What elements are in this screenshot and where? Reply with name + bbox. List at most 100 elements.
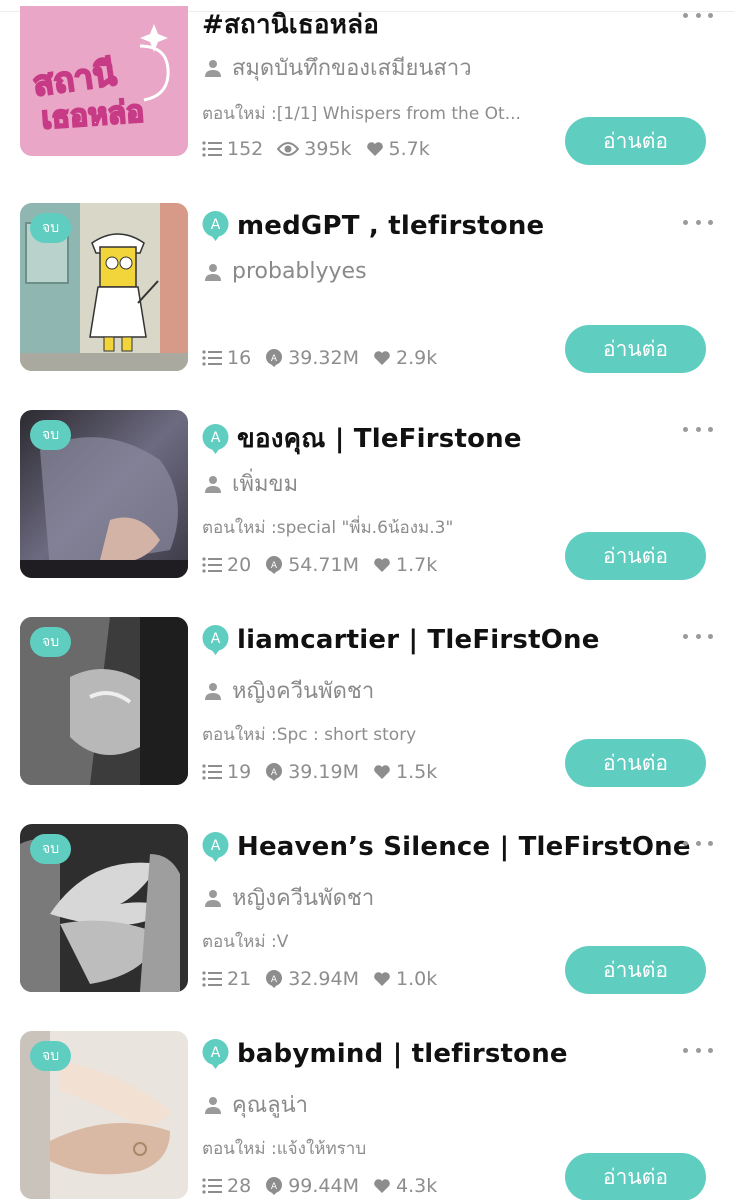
latest-episode-title: V [276,932,289,952]
completed-badge: จบ [30,834,72,864]
svg-text:A: A [271,354,278,364]
story-author[interactable]: หญิงควีนพัดชา [232,880,374,915]
story-card[interactable]: สถานี เธอหล่อ #สถานิเธอหล่อ สมุดบันทึกขอ… [0,0,734,180]
like-count: 2.9k [395,347,438,369]
story-stats: 152 395k 5.7k [202,138,444,160]
story-cover[interactable]: จบ [20,203,188,371]
more-options-icon[interactable] [683,424,713,434]
story-title[interactable]: babymind | tlefirstone [237,1039,568,1069]
author-row: หญิงควีนพัดชา [204,880,374,915]
story-cover[interactable]: จบ [20,1031,188,1199]
person-icon [205,889,221,907]
more-options-icon[interactable] [683,838,713,848]
read-count: 54.71M [288,554,359,576]
chapter-count: 20 [227,554,252,576]
reads-stat: A 32.94M [265,968,359,990]
author-row: เพิ่มขม [204,466,298,501]
list-icon [202,764,222,780]
story-author[interactable]: หญิงควีนพัดชา [232,673,374,708]
story-title[interactable]: ของคุณ | TleFirstone [237,418,522,459]
story-title[interactable]: #สถานิเธอหล่อ [202,4,379,45]
story-title[interactable]: medGPT , tlefirstone [237,211,544,241]
person-icon [205,682,221,700]
read-count: 39.32M [288,347,359,369]
continue-reading-button[interactable]: อ่านต่อ [565,532,706,580]
like-count: 1.0k [395,968,438,990]
story-card[interactable]: จบ A medGPT , tlefirstone probablyyes 16… [0,203,734,393]
story-author[interactable]: เพิ่มขม [232,466,298,501]
reads-icon: A [266,970,283,988]
read-count: 39.19M [288,761,359,783]
heart-icon [374,765,390,779]
latest-episode-prefix: ตอนใหม่ : [202,1139,277,1159]
more-options-icon[interactable] [683,217,713,227]
story-card[interactable]: จบ A Heaven’s Silence | TleFirstOne หญิง… [0,824,734,1014]
story-cover[interactable]: สถานี เธอหล่อ [20,0,188,156]
completed-badge: จบ [30,213,72,243]
chapters-stat: 16 [202,347,251,369]
reads-icon: A [266,349,283,367]
story-card[interactable]: จบ A liamcartier | TleFirstOne หญิงควีนพ… [0,617,734,807]
chapters-stat: 152 [202,138,263,160]
list-icon [202,141,222,157]
reads-stat: A 39.32M [265,347,359,369]
svg-text:A: A [271,1182,278,1192]
person-icon [205,475,221,493]
more-options-icon[interactable] [683,631,713,641]
continue-reading-button[interactable]: อ่านต่อ [565,325,706,373]
latest-episode: ตอนใหม่ :แจ้งให้ทราบ [202,1135,366,1162]
story-type-icon: A [202,832,229,862]
story-stats: 19 A 39.19M 1.5k [202,761,451,783]
continue-reading-button[interactable]: อ่านต่อ [565,1153,706,1200]
story-cover[interactable]: จบ [20,617,188,785]
latest-episode-title: [1/1] Whispers from the Ot... [276,104,521,124]
story-cover[interactable]: จบ [20,410,188,578]
story-title[interactable]: Heaven’s Silence | TleFirstOne [237,832,691,862]
story-author[interactable]: คุณลูน่า [232,1087,308,1122]
story-type-icon: A [202,1039,229,1069]
chapter-count: 152 [227,138,264,160]
likes-stat: 1.5k [373,761,437,783]
story-card[interactable]: จบ A babymind | tlefirstone คุณลูน่า ตอน… [0,1031,734,1200]
completed-badge: จบ [30,420,72,450]
more-options-icon[interactable] [683,1045,713,1055]
story-title[interactable]: liamcartier | TleFirstOne [237,625,600,655]
likes-stat: 1.0k [373,968,437,990]
chapters-stat: 19 [202,761,251,783]
story-stats: 16 A 39.32M 2.9k [202,347,451,369]
like-count: 5.7k [388,138,430,160]
person-icon [205,1096,221,1114]
chapters-stat: 21 [202,968,251,990]
svg-text:A: A [271,768,278,778]
svg-text:A: A [271,975,278,985]
list-icon [202,1178,222,1194]
person-icon [205,59,221,77]
heart-icon [374,1179,390,1193]
latest-episode-title: แจ้งให้ทราบ [276,1139,367,1159]
svg-text:A: A [211,631,221,647]
list-icon [202,557,222,573]
story-cover[interactable]: จบ [20,824,188,992]
svg-text:A: A [211,838,221,854]
story-author[interactable]: สมุดบันทึกของเสมียนสาว [232,50,472,85]
list-icon [202,350,222,366]
story-stats: 20 A 54.71M 1.7k [202,554,451,576]
chapter-count: 28 [227,1175,252,1197]
story-author[interactable]: probablyyes [232,259,367,284]
likes-stat: 5.7k [366,138,430,160]
author-row: คุณลูน่า [204,1087,308,1122]
title-row: A Heaven’s Silence | TleFirstOne [202,832,691,862]
story-card[interactable]: จบ A ของคุณ | TleFirstone เพิ่มขม ตอนใหม… [0,410,734,600]
title-row: #สถานิเธอหล่อ [202,4,379,45]
latest-episode: ตอนใหม่ :V [202,928,288,955]
continue-reading-button[interactable]: อ่านต่อ [565,946,706,994]
continue-reading-button[interactable]: อ่านต่อ [565,739,706,787]
continue-reading-button[interactable]: อ่านต่อ [565,117,706,165]
svg-text:A: A [271,561,278,571]
likes-stat: 4.3k [373,1175,437,1197]
more-options-icon[interactable] [683,10,713,20]
latest-episode-prefix: ตอนใหม่ : [202,725,277,745]
story-stats: 28 A 99.44M 4.3k [202,1175,451,1197]
person-icon [205,263,221,281]
eye-icon [277,142,300,156]
